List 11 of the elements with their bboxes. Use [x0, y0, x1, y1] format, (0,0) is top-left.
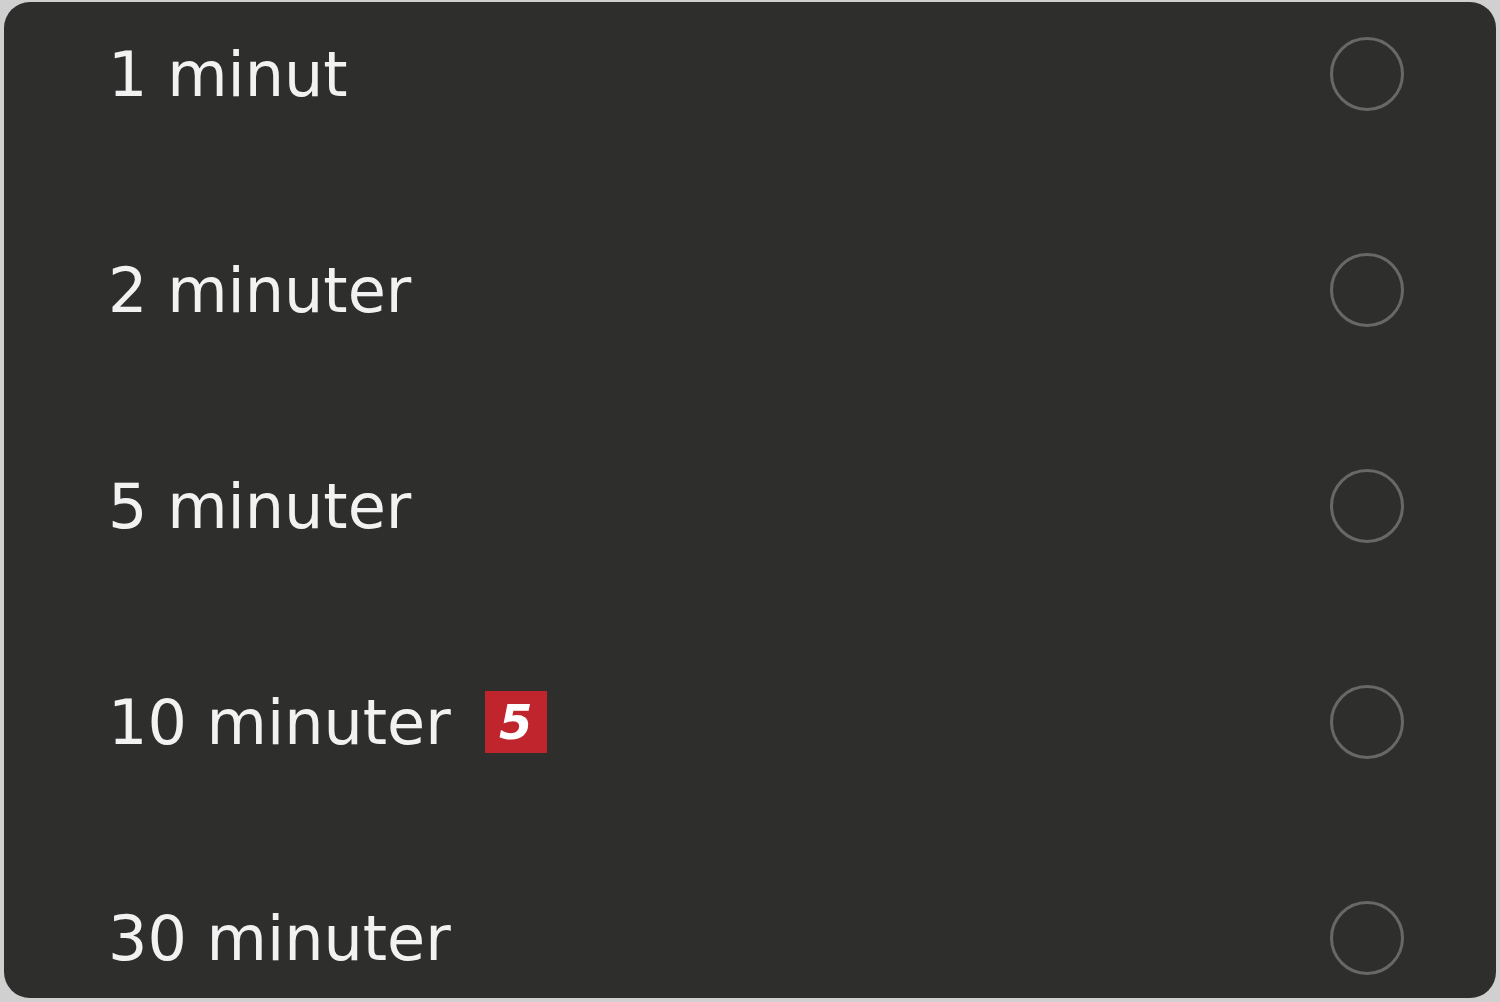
option-label[interactable]: 1 minut: [108, 37, 348, 111]
radio-button[interactable]: [1330, 469, 1404, 543]
option-label[interactable]: 5 minuter: [108, 469, 412, 543]
option-label[interactable]: 2 minuter: [108, 253, 412, 327]
radio-button[interactable]: [1330, 253, 1404, 327]
channel-badge: 5: [484, 691, 547, 753]
option-label[interactable]: 10 minuter: [108, 685, 451, 759]
radio-button[interactable]: [1330, 901, 1404, 975]
option-label[interactable]: 30 minuter: [108, 901, 451, 975]
radio-button[interactable]: [1330, 685, 1404, 759]
radio-button[interactable]: [1330, 37, 1404, 111]
